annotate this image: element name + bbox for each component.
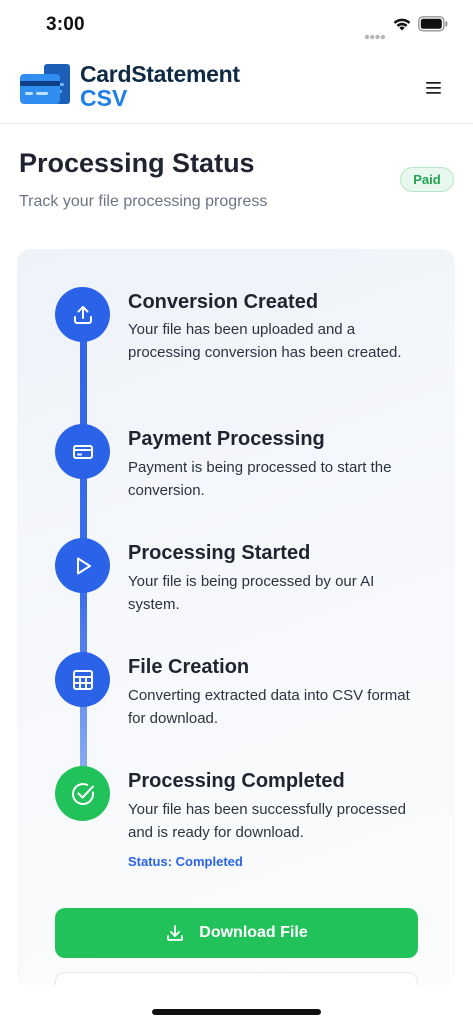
wifi-icon [392,16,412,37]
brand-line-2: CSV [80,85,128,111]
bottom-safe-area [0,985,473,1024]
step-title-conversion-created: Conversion Created [128,291,319,313]
status-time: 3:00 [46,14,85,35]
battery-icon [418,16,448,37]
status-bar: 3:00 [0,0,473,50]
step-desc-file-creation: Converting extracted data into CSV forma… [128,687,410,727]
home-indicator[interactable] [152,1009,321,1015]
play-icon [55,538,110,593]
brand-name[interactable]: CardStatement CSV [80,62,240,110]
page-subtitle: Track your file processing progress [19,193,268,210]
upload-icon [55,287,110,342]
step-title-processing-started: Processing Started [128,542,311,564]
page-title: Processing Status [19,148,255,178]
download-file-button[interactable]: Download File [55,908,418,958]
step-desc-payment-processing: Payment is being processed to start the … [128,459,392,499]
check-circle-icon [55,766,110,821]
credit-card-icon [55,424,110,479]
hamburger-menu-icon[interactable] [420,76,448,100]
step-desc-processing-completed: Your file has been successfully processe… [128,801,406,841]
app-header: CardStatement CSV [0,50,473,124]
brand-line-1: CardStatement [80,61,240,87]
step-desc-processing-started: Your file is being processed by our AI s… [128,573,375,613]
signal-icon [364,27,386,45]
step-title-payment-processing: Payment Processing [128,428,325,450]
step-title-file-creation: File Creation [128,656,250,678]
step-title-processing-completed: Processing Completed [128,770,345,792]
card-statement-logo-icon[interactable] [18,62,74,115]
step-desc-conversion-created: Your file has been uploaded and a proces… [128,321,402,361]
payment-status-badge: Paid [400,167,454,192]
table-icon [55,652,110,707]
download-button-label: Download File [199,924,308,941]
download-icon [167,925,184,941]
completion-status-text: Status: Completed [128,854,243,869]
